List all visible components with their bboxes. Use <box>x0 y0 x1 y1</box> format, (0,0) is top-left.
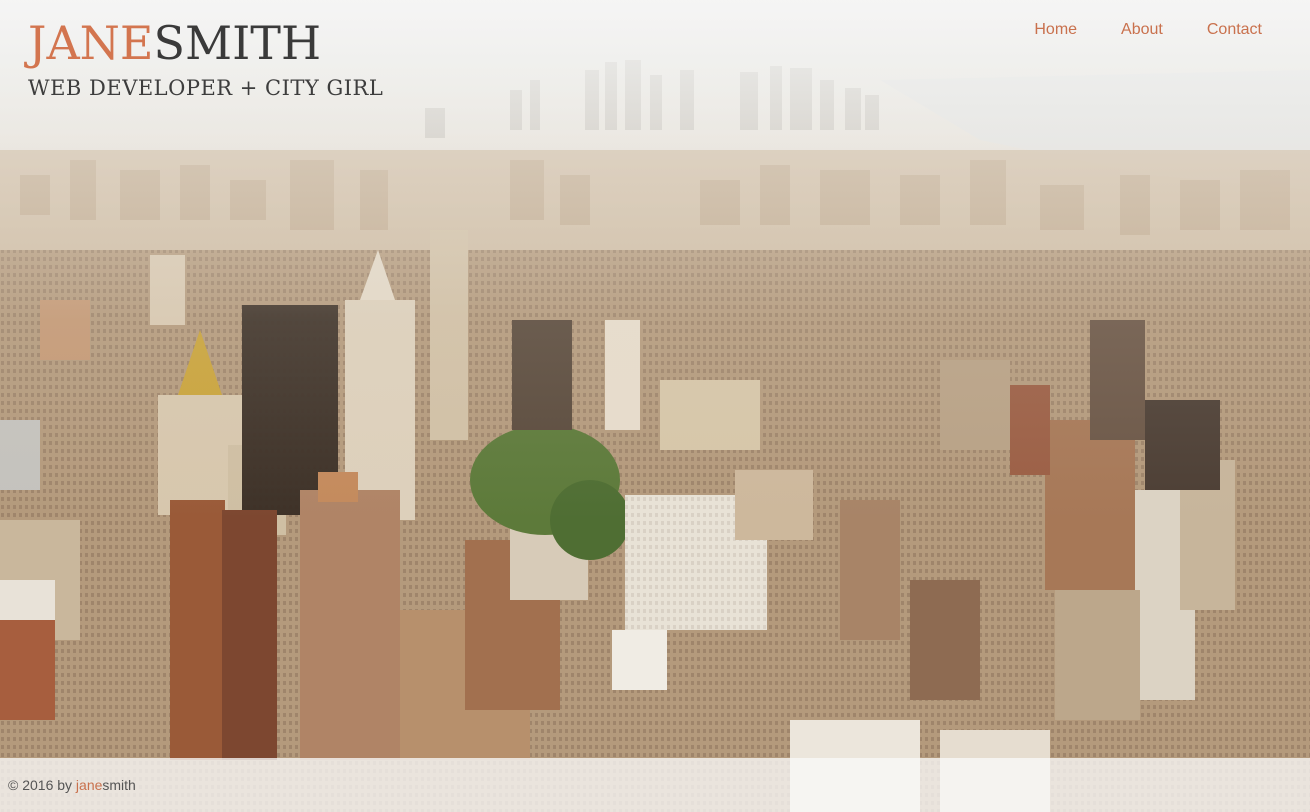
brand-last-name: SMITH <box>153 16 322 70</box>
site-logo-name[interactable]: JANESMITH <box>28 20 383 66</box>
footer-copyright: © 2016 by janesmith <box>0 777 136 793</box>
nav-link-home[interactable]: Home <box>1034 21 1077 39</box>
footer-brand-first: jane <box>75 777 103 793</box>
city-background-image <box>0 0 1310 812</box>
site-brand[interactable]: JANESMITH WEB DEVELOPER + CITY GIRL <box>28 20 383 100</box>
site-footer: © 2016 by janesmith <box>0 758 1310 812</box>
nav-link-contact[interactable]: Contact <box>1207 21 1262 39</box>
footer-brand-last: smith <box>102 777 136 793</box>
nav-link-about[interactable]: About <box>1121 21 1163 39</box>
brand-first-name: JANE <box>28 16 154 70</box>
copyright-text: © 2016 by <box>8 777 73 793</box>
site-tagline: WEB DEVELOPER + CITY GIRL <box>28 76 384 100</box>
main-nav: Home About Contact <box>1034 21 1262 39</box>
